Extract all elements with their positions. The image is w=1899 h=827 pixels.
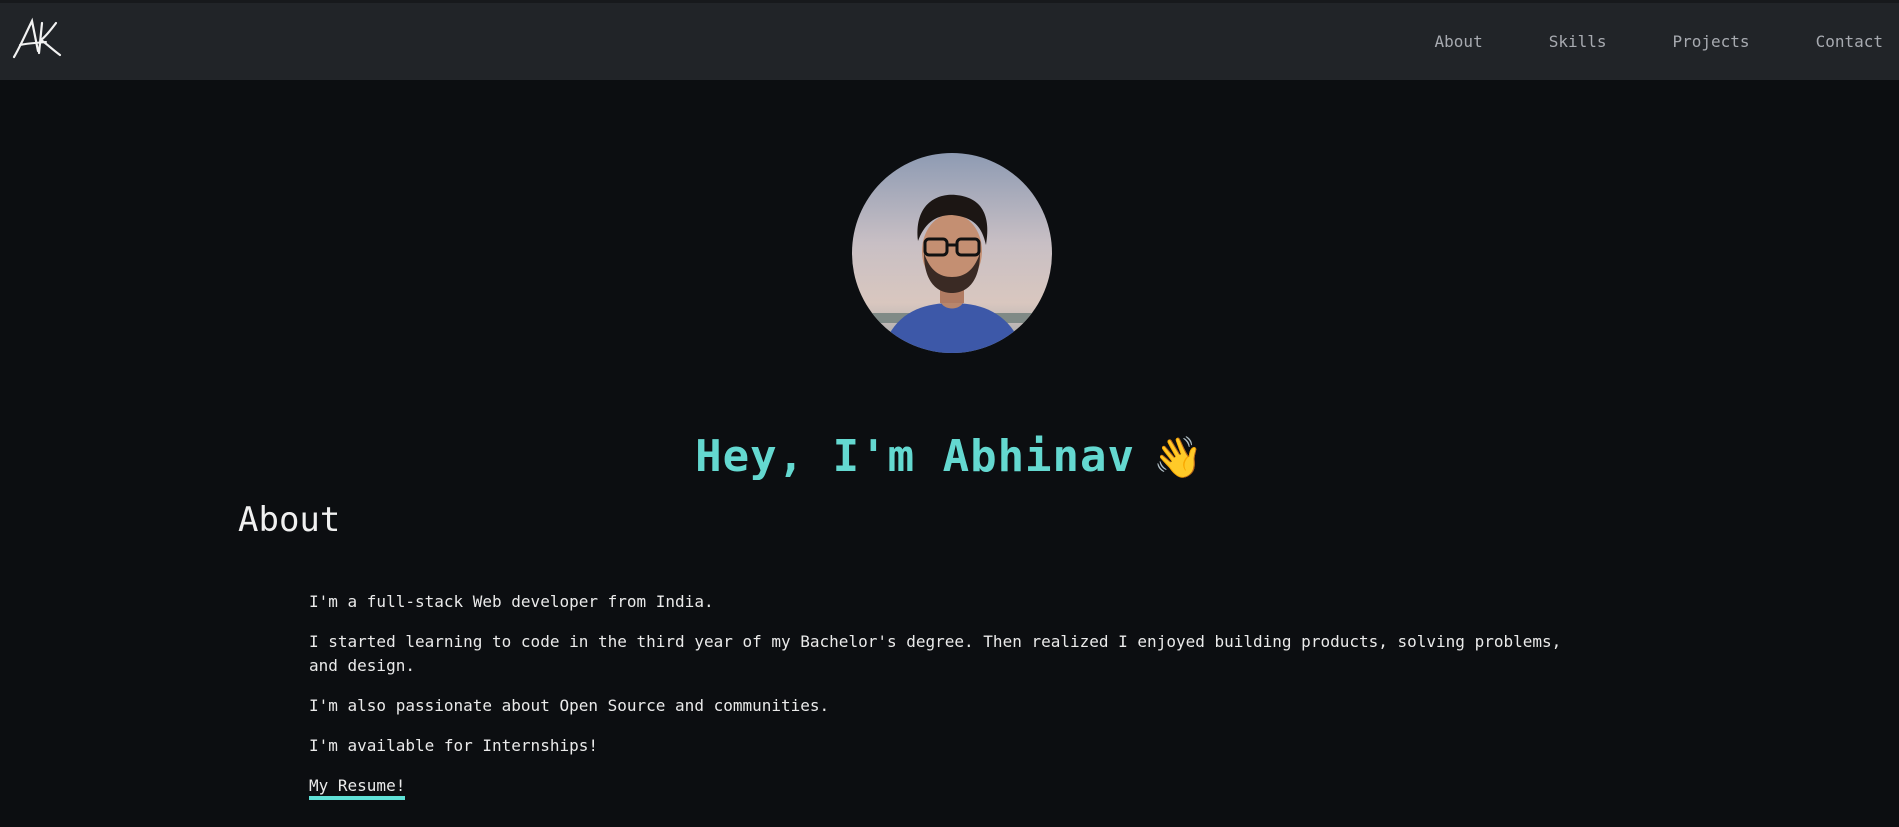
about-paragraph: I'm a full-stack Web developer from Indi…: [309, 592, 714, 611]
resume-link[interactable]: My Resume!: [309, 776, 406, 800]
about-heading: About: [238, 500, 341, 540]
person-avatar-icon: [852, 153, 1052, 353]
nav-contact[interactable]: Contact: [1816, 32, 1883, 51]
top-navbar: About Skills Projects Contact: [0, 0, 1899, 80]
about-paragraph: I'm also passionate about Open Source an…: [309, 696, 830, 715]
about-content: I'm a full-stack Web developer from Indi…: [309, 590, 1589, 814]
nav-skills[interactable]: Skills: [1549, 32, 1607, 51]
logo-icon[interactable]: [12, 17, 64, 61]
profile-avatar: [852, 153, 1052, 353]
about-paragraph: I'm available for Internships!: [309, 736, 598, 755]
hero-greeting-text: Hey, I'm Abhinav: [695, 431, 1136, 483]
about-paragraph: I started learning to code in the third …: [309, 632, 1562, 675]
nav-projects[interactable]: Projects: [1673, 32, 1750, 51]
nav-about[interactable]: About: [1435, 32, 1483, 51]
waving-hand-icon: 👋: [1153, 435, 1204, 482]
hero-greeting: Hey, I'm Abhinav 👋: [0, 431, 1899, 484]
main-nav: About Skills Projects Contact: [1369, 3, 1899, 80]
